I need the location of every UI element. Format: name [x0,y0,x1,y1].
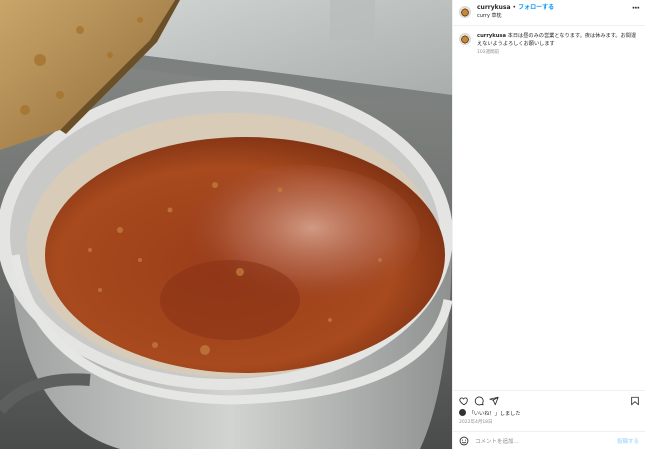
emoji-icon[interactable] [459,436,469,446]
liked-text: 「いいね！」しました [468,411,521,417]
curry-pot-image [0,0,452,449]
header-user-line: currykusa • フォローする [477,4,554,12]
caption-avatar[interactable] [459,33,471,45]
post-side-panel: currykusa • フォローする curry 草枕 ··· currykusa … [452,0,645,449]
avatar[interactable] [459,6,471,18]
action-bar [453,390,645,410]
separator-dot: • [512,4,517,11]
comment-input[interactable]: コメントを追加... [475,437,519,445]
bookmark-icon[interactable] [630,396,640,406]
post-header: currykusa • フォローする curry 草枕 ··· [453,0,645,26]
comment-icon[interactable] [474,396,484,406]
heart-icon[interactable] [459,396,469,406]
send-icon[interactable] [489,396,499,406]
post-date: 2022年4月18日 [459,420,493,425]
more-horizontal-icon[interactable]: ··· [632,5,640,14]
caption-username[interactable]: currykusa [477,33,506,39]
likes-summary: 「いいね！」しました [459,409,521,418]
post-comment-button[interactable]: 投稿する [617,437,639,445]
caption-timestamp: 102週間前 [477,50,500,55]
location-link[interactable]: curry 草枕 [477,13,502,19]
liker-avatar[interactable] [459,409,466,416]
caption-text: currykusa 本日は昼のみの営業となります。夜は休みます。お間違えないよう… [477,32,640,48]
comment-bar: コメントを追加... 投稿する [453,431,645,449]
username-link[interactable]: currykusa [477,4,511,11]
post-photo[interactable] [0,0,452,449]
follow-button[interactable]: フォローする [518,4,554,11]
